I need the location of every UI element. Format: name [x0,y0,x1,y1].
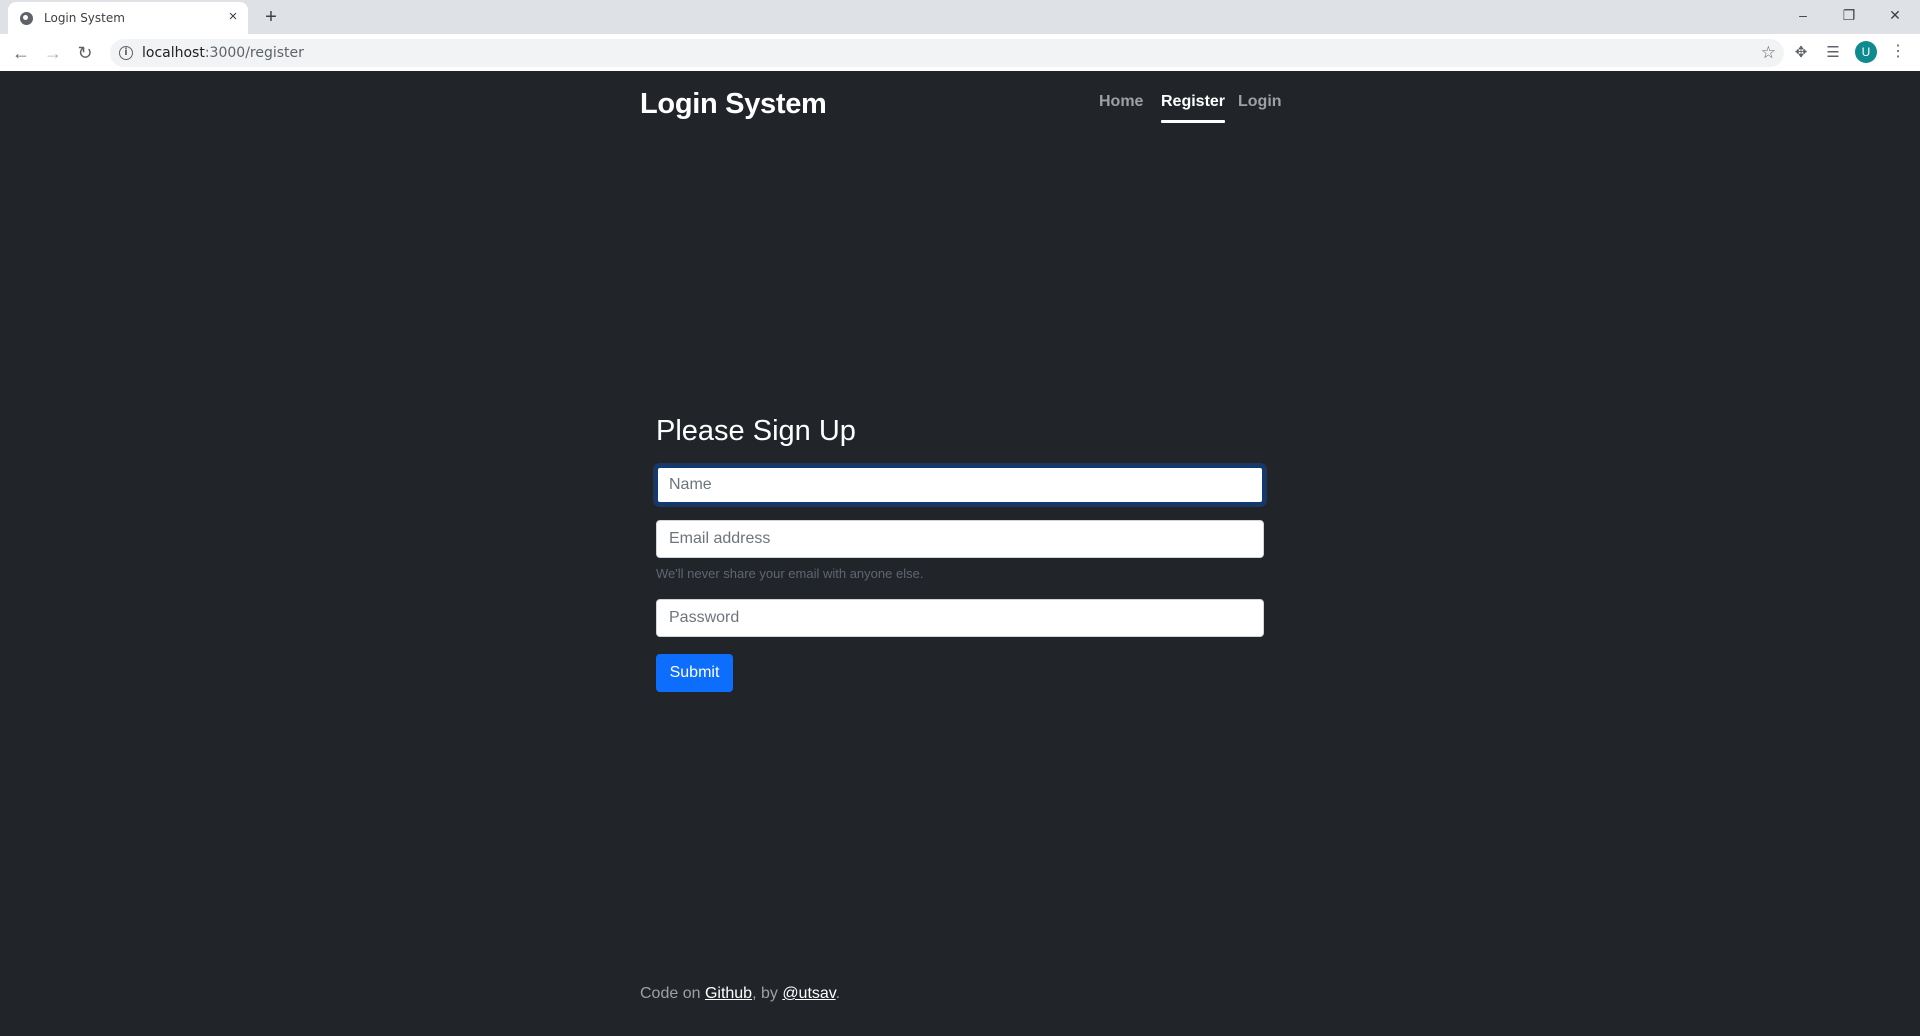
browser-tab[interactable]: Login System × [8,2,248,34]
nav-link-home[interactable]: Home [1099,93,1143,111]
bookmark-star-icon[interactable]: ☆ [1761,43,1776,63]
site-brand[interactable]: Login System [640,88,827,121]
window-close-icon[interactable]: ✕ [1872,0,1918,30]
new-tab-button[interactable]: + [260,6,282,28]
profile-avatar[interactable]: U [1855,41,1877,63]
author-link[interactable]: @utsav [782,985,835,1002]
info-icon[interactable]: i [119,46,133,60]
reload-icon[interactable]: ↻ [71,39,99,67]
page-body: Login System Home Register Login Please … [0,71,1920,1036]
form-title: Please Sign Up [656,415,856,447]
browser-menu-icon[interactable]: ⋮ [1888,41,1908,63]
name-input[interactable] [656,466,1264,504]
url-path: :3000/register [204,45,304,61]
submit-button[interactable]: Submit [656,654,733,692]
email-help-text: We'll never share your email with anyone… [656,566,924,581]
forward-icon[interactable]: → [39,39,67,67]
github-link[interactable]: Github [705,985,752,1002]
footer: Code on Github, by @utsav. [640,985,840,1003]
tab-close-icon[interactable]: × [224,8,242,26]
address-bar[interactable]: i localhost:3000/register ☆ [110,39,1784,67]
password-input[interactable] [656,599,1264,637]
tab-title: Login System [44,11,125,25]
minimize-icon[interactable]: – [1780,0,1826,30]
url-text[interactable]: localhost:3000/register [142,45,304,61]
nav-link-register[interactable]: Register [1161,93,1226,123]
email-input[interactable] [656,520,1264,558]
restore-icon[interactable]: ❐ [1826,0,1872,30]
nav-link-login[interactable]: Login [1238,93,1282,111]
extensions-icon[interactable]: ✥ [1790,42,1812,64]
footer-prefix: Code on [640,985,705,1002]
footer-suffix: . [835,985,841,1002]
back-icon[interactable]: ← [7,39,35,67]
browser-tab-strip: Login System × + – ❐ ✕ [0,0,1920,34]
url-host: localhost [142,45,205,61]
media-control-icon[interactable]: ☰ [1822,42,1844,64]
globe-icon [20,12,33,25]
footer-middle: , by [752,985,783,1002]
browser-toolbar: ← → ↻ i localhost:3000/register ☆ ✥ ☰ U … [0,34,1920,72]
